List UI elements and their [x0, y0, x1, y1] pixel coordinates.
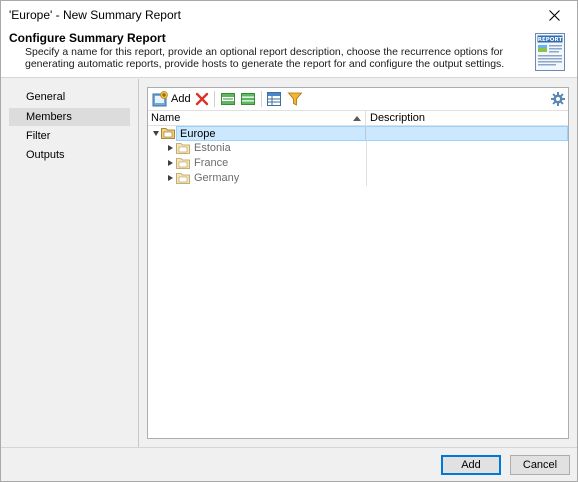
- filter-icon: [287, 92, 303, 106]
- expand-all-icon: [221, 93, 235, 105]
- description-cell: [366, 171, 568, 186]
- dialog-header: Configure Summary Report Specify a name …: [1, 29, 577, 78]
- header-title: Configure Summary Report: [9, 31, 166, 45]
- sort-ascending-icon: [353, 116, 361, 121]
- description-cell: [366, 156, 568, 171]
- nav-item-filter[interactable]: Filter: [9, 127, 130, 145]
- add-member-label: Add: [171, 93, 191, 105]
- settings-icon: [551, 92, 565, 106]
- expand-toggle-icon[interactable]: [168, 160, 173, 166]
- members-toolbar: Add: [148, 88, 568, 110]
- node-label: Germany: [194, 172, 240, 184]
- nav-item-outputs[interactable]: Outputs: [9, 146, 130, 164]
- folder-icon: [176, 143, 190, 154]
- folder-icon: [161, 128, 175, 139]
- column-header-description[interactable]: Description: [367, 111, 567, 126]
- tree-row[interactable]: Europe: [148, 126, 568, 141]
- dialog-window: 'Europe' - New Summary Report Configure …: [0, 0, 578, 482]
- tree-row[interactable]: Germany: [148, 171, 568, 186]
- title-bar: 'Europe' - New Summary Report: [1, 1, 577, 29]
- node-label: Europe: [180, 128, 216, 140]
- column-header-name[interactable]: Name: [148, 111, 366, 126]
- tree-node-france[interactable]: France: [191, 156, 366, 171]
- collapse-all-button[interactable]: [240, 90, 256, 108]
- expand-toggle-icon[interactable]: [168, 145, 173, 151]
- members-panel: Add Name Description Europe Estonia Fran…: [147, 87, 569, 439]
- close-icon: [548, 9, 560, 21]
- folder-icon: [176, 173, 190, 184]
- tree-row[interactable]: Estonia: [148, 141, 568, 156]
- cancel-button[interactable]: Cancel: [510, 455, 570, 475]
- add-member-button[interactable]: Add: [152, 90, 191, 108]
- nav-item-members[interactable]: Members: [9, 108, 130, 126]
- window-title: 'Europe' - New Summary Report: [9, 8, 181, 22]
- delete-button[interactable]: [194, 90, 210, 108]
- tree-row[interactable]: France: [148, 156, 568, 171]
- report-icon: REPORT: [535, 33, 565, 71]
- node-label: Estonia: [194, 142, 231, 154]
- add-button[interactable]: Add: [441, 455, 501, 475]
- expand-all-button[interactable]: [220, 90, 236, 108]
- collapse-toggle-icon[interactable]: [153, 131, 159, 136]
- columns-button[interactable]: [266, 90, 282, 108]
- nav-item-general[interactable]: General: [9, 88, 130, 106]
- tree-node-estonia[interactable]: Estonia: [191, 141, 366, 156]
- close-button[interactable]: [531, 1, 577, 29]
- filter-button[interactable]: [287, 90, 303, 108]
- add-icon: [152, 91, 168, 107]
- toolbar-separator: [214, 91, 215, 107]
- node-label: France: [194, 157, 229, 169]
- columns-icon: [267, 92, 281, 106]
- tree-node-europe[interactable]: Europe: [176, 126, 366, 141]
- delete-icon: [195, 92, 209, 106]
- grid-header: Name Description: [148, 110, 568, 126]
- tree-node-germany[interactable]: Germany: [191, 171, 366, 186]
- folder-icon: [176, 158, 190, 169]
- navigation-sidebar: General Members Filter Outputs: [1, 79, 139, 447]
- settings-button[interactable]: [550, 90, 566, 108]
- dialog-footer: Add Cancel: [1, 447, 577, 481]
- header-description: Specify a name for this report, provide …: [25, 46, 505, 70]
- description-cell: [366, 126, 568, 141]
- toolbar-separator: [261, 91, 262, 107]
- column-name-label: Name: [151, 112, 181, 124]
- collapse-all-icon: [241, 93, 255, 105]
- description-cell: [366, 141, 568, 156]
- expand-toggle-icon[interactable]: [168, 175, 173, 181]
- report-icon-label: REPORT: [538, 37, 563, 43]
